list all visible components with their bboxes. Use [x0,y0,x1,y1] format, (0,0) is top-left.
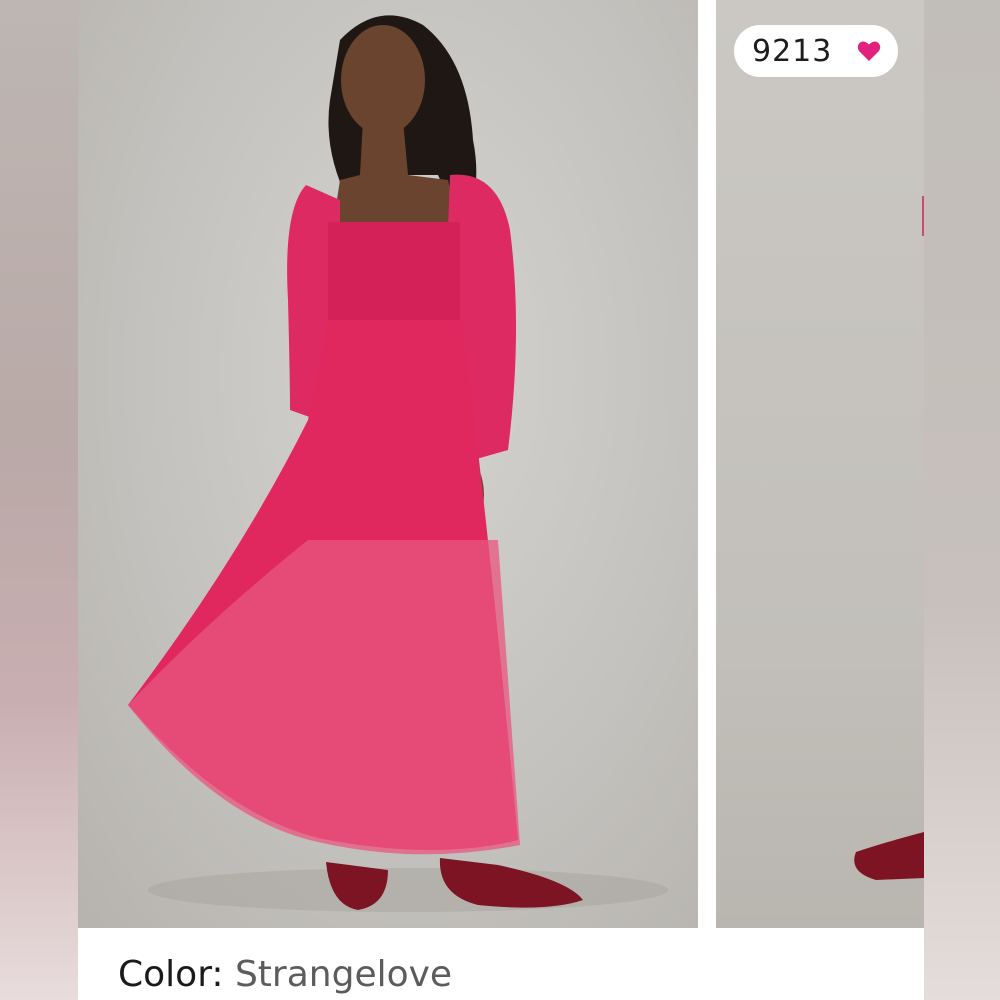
product-details: Color: Strangelove [78,928,924,1000]
model-illustration [128,15,668,912]
like-badge[interactable]: 9213 [734,25,898,77]
image-gallery[interactable] [78,0,924,928]
like-count: 9213 [752,33,833,69]
blurred-left-border [0,0,78,1000]
heart-icon[interactable] [856,38,882,64]
color-label: Color: [118,954,224,995]
color-line: Color: Strangelove [118,954,452,995]
product-photo-main[interactable] [78,0,698,928]
blurred-right-border [924,0,1000,1000]
product-photo-next[interactable] [716,0,924,928]
next-photo-shoe [854,196,924,880]
color-value: Strangelove [234,954,453,995]
